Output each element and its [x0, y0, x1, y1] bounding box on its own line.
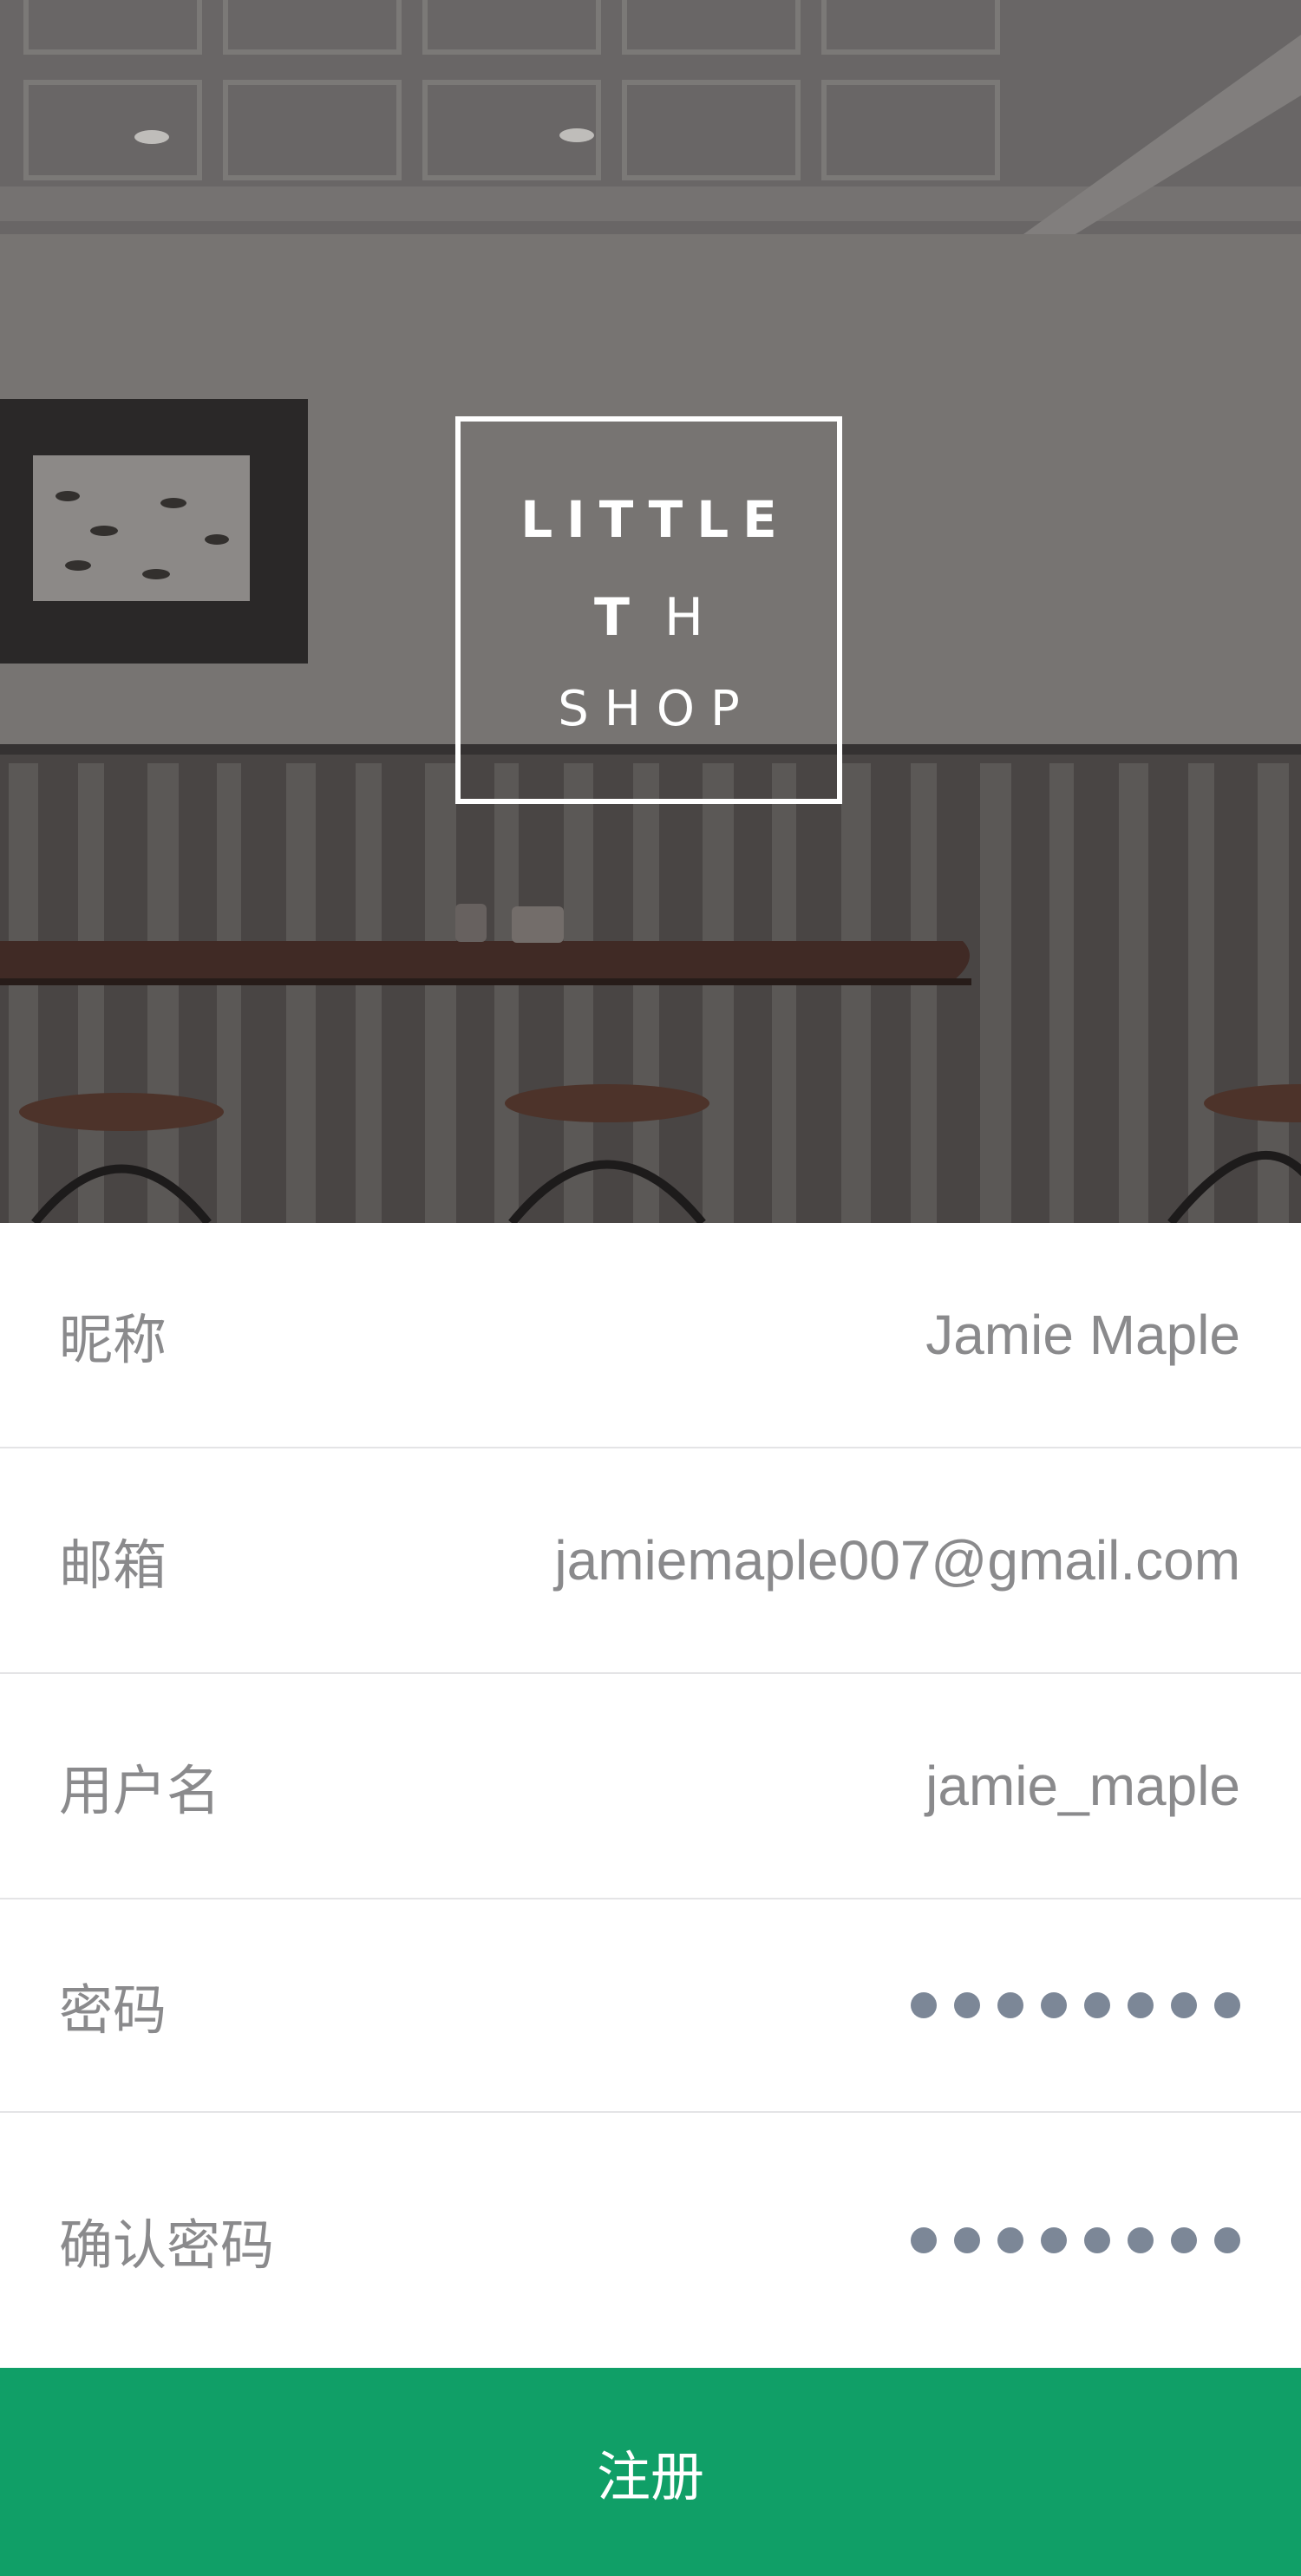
logo-letter-bold: T [593, 587, 664, 648]
password-dot [1171, 1992, 1197, 2018]
password-dot [997, 2227, 1023, 2253]
password-masked-value[interactable] [893, 1992, 1240, 2018]
password-field[interactable]: 密码 [0, 1899, 1301, 2113]
password-dot [1128, 2227, 1154, 2253]
password-dot [1084, 2227, 1110, 2253]
password-label: 密码 [59, 1978, 167, 2042]
register-button[interactable]: 注册 [0, 2368, 1301, 2576]
logo-letter-light: H [664, 587, 739, 648]
shop-logo: LITTLE TH SHOP [455, 416, 842, 804]
username-label: 用户名 [59, 1759, 221, 1822]
email-label: 邮箱 [59, 1533, 167, 1597]
email-field[interactable]: 邮箱 jamiemaple007@gmail.com [0, 1448, 1301, 1674]
password-dot [1128, 1992, 1154, 2018]
register-form: 昵称 Jamie Maple 邮箱 jamiemaple007@gmail.co… [0, 1223, 1301, 2368]
password-dot [997, 1992, 1023, 2018]
nickname-value[interactable]: Jamie Maple [925, 1303, 1240, 1367]
hero-banner: LITTLE TH SHOP [0, 0, 1301, 1223]
password-dot [1041, 2227, 1067, 2253]
nickname-label: 昵称 [59, 1308, 167, 1371]
password-dot [911, 1992, 937, 2018]
password-dot [1041, 1992, 1067, 2018]
confirm-password-masked-value[interactable] [893, 2227, 1240, 2253]
confirm-password-label: 确认密码 [59, 2213, 275, 2277]
email-value[interactable]: jamiemaple007@gmail.com [554, 1528, 1240, 1592]
confirm-password-field[interactable]: 确认密码 [0, 2113, 1301, 2368]
password-dot [1084, 1992, 1110, 2018]
username-value[interactable]: jamie_maple [925, 1754, 1240, 1818]
password-dot [1214, 1992, 1240, 2018]
username-field[interactable]: 用户名 jamie_maple [0, 1674, 1301, 1899]
password-dot [1171, 2227, 1197, 2253]
password-dot [1214, 2227, 1240, 2253]
password-dot [954, 2227, 980, 2253]
logo-line-1: LITTLE [520, 490, 791, 549]
nickname-field[interactable]: 昵称 Jamie Maple [0, 1223, 1301, 1448]
logo-line-2: TH [461, 592, 837, 644]
password-dot [911, 2227, 937, 2253]
logo-line-3: SHOP [558, 681, 755, 737]
password-dot [954, 1992, 980, 2018]
